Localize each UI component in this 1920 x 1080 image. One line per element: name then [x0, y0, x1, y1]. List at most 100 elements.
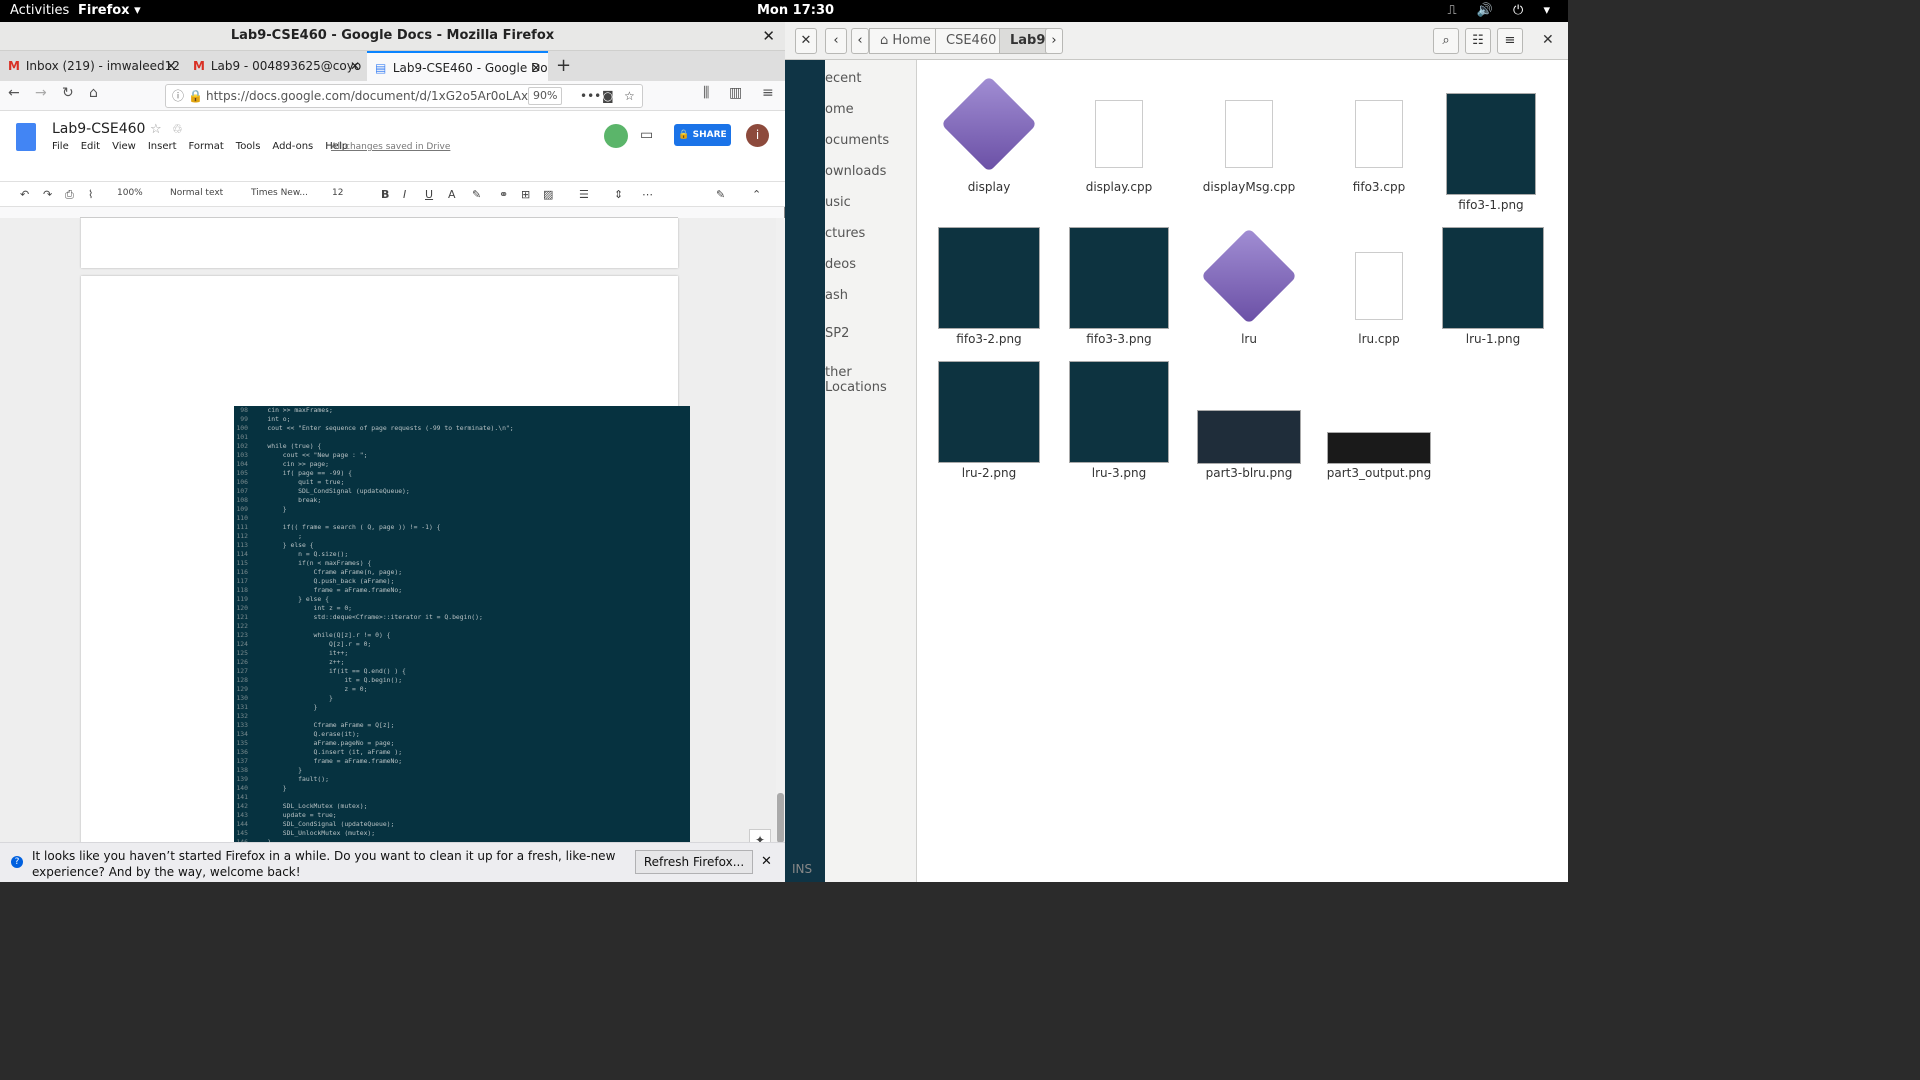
file-part3-output-png[interactable]: part3_output.png [1314, 344, 1444, 480]
sidebar-item-documents[interactable]: ocuments [825, 133, 889, 148]
scrollbar[interactable] [776, 218, 785, 864]
code-screenshot[interactable]: 98 cin >> maxFrames; 99 int o; 100 cout <<… [234, 406, 690, 864]
comment-add-icon[interactable]: ⊞ [521, 188, 530, 201]
tab-lab9-mail[interactable]: M Lab9 - 004893625@coyo ✕ [185, 51, 367, 81]
activities-button[interactable]: Activities [10, 3, 69, 18]
close-icon[interactable]: ✕ [762, 27, 775, 45]
ruler[interactable] [80, 208, 678, 218]
comments-icon[interactable]: ▭ [640, 127, 653, 143]
search-icon[interactable]: ⌕ [1433, 28, 1459, 54]
sidebar-icon[interactable]: ▥ [729, 85, 742, 101]
back-icon[interactable]: ‹ [825, 28, 847, 54]
file-lru-3-png[interactable]: lru-3.png [1054, 344, 1184, 480]
docs-logo-icon[interactable] [16, 123, 36, 151]
tab-close-icon[interactable]: ✕ [350, 51, 360, 81]
back-icon[interactable]: ← [8, 85, 20, 101]
print-icon[interactable]: ⎙ [65, 188, 74, 202]
tab-inbox[interactable]: M Inbox (219) - imwaleed12 ✕ [0, 51, 183, 81]
sidebar-item-videos[interactable]: deos [825, 257, 856, 272]
editing-mode-icon[interactable]: ✎ [716, 188, 725, 201]
document-page[interactable]: 98 cin >> maxFrames; 99 int o; 100 cout <<… [81, 276, 690, 864]
menu-file[interactable]: File [52, 141, 69, 152]
style-select[interactable]: Normal text [170, 188, 223, 198]
save-status[interactable]: All changes saved in Drive [331, 142, 450, 152]
redo-icon[interactable]: ↷ [43, 188, 52, 201]
file-lru-2-png[interactable]: lru-2.png [924, 344, 1054, 480]
next-crumb-icon[interactable]: › [1045, 28, 1063, 54]
view-options-icon[interactable]: ☷ [1465, 28, 1491, 54]
prev-crumb-icon[interactable]: ‹ [851, 28, 869, 54]
undo-icon[interactable]: ↶ [20, 188, 29, 201]
file-fifo3-1-png[interactable]: fifo3-1.png [1426, 76, 1556, 212]
breadcrumb-home[interactable]: ⌂ Home [869, 28, 942, 54]
line-spacing-icon[interactable]: ⇕ [614, 188, 623, 201]
sidebar-item-downloads[interactable]: ownloads [825, 164, 886, 179]
paint-format-icon[interactable]: ⌇ [88, 188, 93, 201]
pocket-icon[interactable]: ◙ [602, 85, 614, 107]
breadcrumb-cse460[interactable]: CSE460 [935, 28, 1008, 54]
window-close-icon[interactable]: ✕ [1542, 32, 1554, 48]
app-menu[interactable]: Firefox ▾ [78, 3, 141, 18]
sidebar-item-pictures[interactable]: ctures [825, 226, 865, 241]
file-displaymsg-cpp[interactable]: displayMsg.cpp [1184, 76, 1314, 196]
link-icon[interactable]: ⚭ [499, 188, 508, 201]
file-display-cpp[interactable]: display.cpp [1054, 76, 1184, 196]
zoom-indicator[interactable]: 90% [528, 87, 563, 105]
url-bar[interactable]: ⓘ 🔒 https://docs.google.com/document/d/1… [165, 84, 643, 108]
home-icon[interactable]: ⌂ [89, 85, 98, 101]
page-actions-icon[interactable]: ••• [580, 85, 601, 107]
menu-format[interactable]: Format [189, 141, 224, 152]
file-part3-blru-png[interactable]: part3-blru.png [1184, 344, 1314, 480]
text-color-icon[interactable]: A [448, 188, 456, 201]
tab-lab9-docs[interactable]: ▤ Lab9-CSE460 - Google Do ✕ [367, 51, 548, 81]
menu-icon[interactable]: ≡ [1497, 28, 1523, 54]
bold-icon[interactable]: B [381, 188, 389, 201]
close-icon[interactable]: ✕ [795, 28, 817, 54]
bookmark-star-icon[interactable]: ☆ [624, 85, 635, 107]
document-title[interactable]: Lab9-CSE460 [52, 121, 145, 137]
file-lru[interactable]: lru [1184, 210, 1314, 346]
info-icon[interactable]: ⓘ [172, 85, 184, 107]
library-icon[interactable]: ⫼ [703, 85, 709, 101]
sidebar-item-trash[interactable]: ash [825, 288, 848, 303]
clock[interactable]: Mon 17:30 [757, 3, 834, 18]
file-display[interactable]: display [924, 75, 1054, 196]
star-icon[interactable]: ☆ [150, 122, 162, 137]
sidebar-item-recent[interactable]: ecent [825, 71, 861, 86]
menu-edit[interactable]: Edit [81, 141, 100, 152]
menu-addons[interactable]: Add-ons [272, 141, 313, 152]
menu-view[interactable]: View [112, 141, 136, 152]
file-fifo3-cpp[interactable]: fifo3.cpp [1314, 76, 1444, 196]
italic-icon[interactable]: I [403, 188, 406, 201]
sidebar-item-other-locations[interactable]: ther Locations [825, 365, 916, 395]
tab-close-icon[interactable]: ✕ [166, 51, 176, 81]
file-fifo3-3-png[interactable]: fifo3-3.png [1054, 210, 1184, 346]
account-avatar[interactable]: i [746, 124, 769, 147]
scrollbar-thumb[interactable] [777, 793, 784, 843]
sidebar-item-music[interactable]: usic [825, 195, 851, 210]
close-icon[interactable]: ✕ [761, 854, 772, 869]
align-icon[interactable]: ☰ [579, 188, 589, 201]
move-folder-icon[interactable]: ♲ [172, 122, 183, 136]
font-size-select[interactable]: 12 [332, 188, 343, 198]
more-icon[interactable]: ⋯ [642, 188, 653, 201]
menu-insert[interactable]: Insert [148, 141, 177, 152]
sidebar-item-sp2[interactable]: SP2 [825, 326, 849, 341]
file-lru-1-png[interactable]: lru-1.png [1428, 210, 1558, 346]
share-button[interactable]: 🔒 SHARE [674, 124, 731, 146]
collaborator-avatar[interactable] [604, 124, 628, 148]
menu-tools[interactable]: Tools [236, 141, 261, 152]
highlight-icon[interactable]: ✎ [472, 188, 481, 201]
document-page[interactable] [81, 218, 678, 268]
tab-close-icon[interactable]: ✕ [531, 53, 541, 81]
reload-icon[interactable]: ↻ [62, 85, 74, 101]
file-fifo3-2-png[interactable]: fifo3-2.png [924, 210, 1054, 346]
sidebar-item-home[interactable]: ome [825, 102, 854, 117]
zoom-select[interactable]: 100% [117, 188, 143, 198]
underline-icon[interactable]: U [425, 188, 433, 201]
image-icon[interactable]: ▨ [543, 188, 553, 201]
new-tab-icon[interactable]: + [556, 55, 571, 76]
file-lru-cpp[interactable]: lru.cpp [1314, 210, 1444, 346]
system-tray[interactable]: ⎍ 🔊 ⏻ ▾ [1448, 3, 1559, 18]
forward-icon[interactable]: → [35, 85, 47, 101]
